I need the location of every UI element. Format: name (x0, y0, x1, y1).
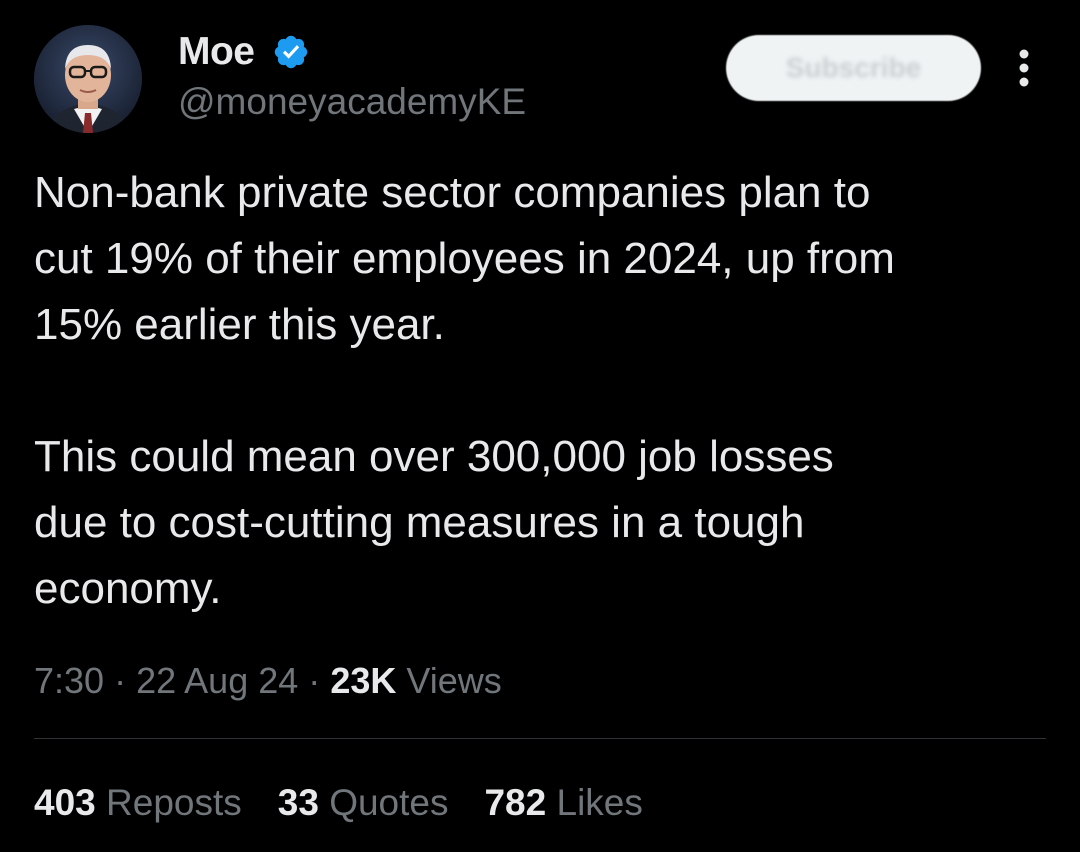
reposts-count: 403 (34, 782, 96, 823)
views-count: 23K (330, 660, 397, 701)
quotes-count: 33 (277, 782, 319, 823)
tweet-meta: 7:30 · 22 Aug 24 · 23K Views (34, 656, 502, 706)
author-handle[interactable]: @moneyacademyKE (178, 80, 526, 124)
reposts-label: Reposts (106, 782, 242, 823)
subscribe-button[interactable]: Subscribe (726, 35, 981, 101)
likes-count: 782 (484, 782, 547, 823)
tweet-paragraph: Non-bank private sector companies plan t… (34, 168, 895, 349)
tweet-card: Moe @moneyacademyKE Subscribe Non-bank p… (0, 0, 1080, 852)
divider (34, 738, 1046, 739)
reposts-stat[interactable]: 403 Reposts (34, 778, 242, 828)
subscribe-button-label: Subscribe (785, 52, 922, 83)
profile-photo-avatar-icon (34, 25, 142, 133)
author-name[interactable]: Moe (178, 30, 255, 74)
views-label: Views (406, 660, 502, 701)
quotes-stat[interactable]: 33 Quotes (278, 778, 449, 828)
tweet-paragraph: This could mean over 300,000 job losses … (34, 432, 834, 613)
more-vertical-icon[interactable] (1004, 46, 1044, 90)
likes-stat[interactable]: 782 Likes (484, 778, 642, 828)
meta-separator: · (114, 660, 127, 701)
verified-badge-icon (274, 35, 308, 69)
tweet-text: Non-bank private sector companies plan t… (34, 160, 1054, 622)
quotes-label: Quotes (329, 782, 449, 823)
tweet-time[interactable]: 7:30 (34, 660, 104, 701)
meta-separator: · (308, 660, 321, 701)
author-avatar[interactable] (34, 25, 142, 133)
tweet-date[interactable]: 22 Aug 24 (136, 660, 298, 701)
likes-label: Likes (556, 782, 643, 823)
engagement-stats: 403 Reposts 33 Quotes 782 Likes (34, 778, 643, 828)
